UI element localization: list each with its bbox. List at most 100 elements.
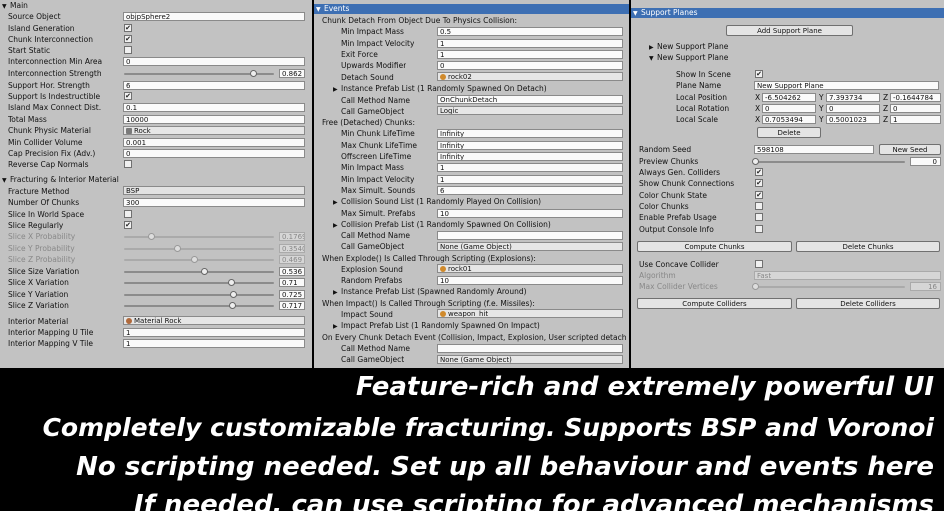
slice-size-variation-slider-knob[interactable] xyxy=(201,268,209,275)
interconnection-strength-slider-knob[interactable] xyxy=(250,70,258,77)
compute-chunks-button[interactable]: Compute Chunks xyxy=(637,241,792,252)
compute-colliders-button[interactable]: Compute Colliders xyxy=(637,298,792,309)
slice-y-variation-slider[interactable] xyxy=(124,294,274,296)
min-collider-volume-field[interactable]: 0.001 xyxy=(123,138,305,147)
island-generation-checkbox[interactable]: ✔ xyxy=(124,24,132,32)
local-scale-x-field[interactable]: 0.7053494 xyxy=(762,115,816,124)
upwards-modifier-field[interactable]: 0 xyxy=(437,61,623,70)
delete-chunks-button[interactable]: Delete Chunks xyxy=(796,241,940,252)
slice-regularly-checkbox[interactable]: ✔ xyxy=(124,221,132,229)
support-plane-1-foldout[interactable]: ▶ New Support Plane xyxy=(649,42,728,52)
min-impact-velocity-field[interactable]: 1 xyxy=(437,39,623,48)
start-static-checkbox[interactable] xyxy=(124,46,132,54)
random-seed-field[interactable]: 598108 xyxy=(754,145,874,154)
add-support-plane-button[interactable]: Add Support Plane xyxy=(726,25,853,36)
slice-in-world-space-checkbox[interactable] xyxy=(124,210,132,218)
max-collider-vertices-slider xyxy=(755,286,905,288)
plane-name-field[interactable]: New Support Plane xyxy=(754,81,939,90)
banner-line-3: No scripting needed. Set up all behaviou… xyxy=(76,452,934,482)
call-gameobject-field[interactable]: Logic xyxy=(437,106,623,115)
delete-colliders-button[interactable]: Delete Colliders xyxy=(796,298,940,309)
local-scale-y-field[interactable]: 0.5001023 xyxy=(826,115,880,124)
local-rotation-z-field[interactable]: 0 xyxy=(890,104,941,113)
support-planes-foldout[interactable]: ▼ Support Planes xyxy=(631,8,944,18)
support-plane-2-foldout[interactable]: ▼ New Support Plane xyxy=(649,53,728,63)
fracturing-foldout[interactable]: ▼ Fracturing & Interior Material xyxy=(2,175,119,185)
instance-prefab-detach-foldout[interactable]: ▶ Instance Prefab List (1 Randomly Spawne… xyxy=(333,84,547,94)
output-console-info-checkbox[interactable] xyxy=(755,225,763,233)
color-chunks-checkbox[interactable] xyxy=(755,202,763,210)
always-gen-colliders-checkbox[interactable]: ✔ xyxy=(755,168,763,176)
interior-mapping-v-field[interactable]: 1 xyxy=(123,339,305,348)
slice-x-variation-slider-knob[interactable] xyxy=(227,279,235,286)
preview-chunks-field[interactable]: 0 xyxy=(910,157,941,166)
impact-sound-field[interactable]: weapon_hit xyxy=(437,309,623,318)
local-position-x-field[interactable]: -6.504262 xyxy=(762,93,816,102)
local-scale-z-field[interactable]: 1 xyxy=(890,115,941,124)
preview-chunks-slider[interactable] xyxy=(755,161,905,163)
support-indestructible-checkbox[interactable]: ✔ xyxy=(124,92,132,100)
every-call-method-name-field[interactable] xyxy=(437,344,623,353)
max-simult-sounds-field[interactable]: 6 xyxy=(437,186,623,195)
cap-precision-field[interactable]: 0 xyxy=(123,149,305,158)
interior-mapping-u-field[interactable]: 1 xyxy=(123,328,305,337)
interior-material-field[interactable]: Material Rock xyxy=(123,316,305,325)
instance-prefab-explode-foldout[interactable]: ▶ Instance Prefab List (Spawned Randomly … xyxy=(333,287,527,297)
island-max-connect-field[interactable]: 0.1 xyxy=(123,103,305,112)
total-mass-field[interactable]: 10000 xyxy=(123,115,305,124)
interconnection-min-area-field[interactable]: 0 xyxy=(123,57,305,66)
max-simult-prefabs-field[interactable]: 10 xyxy=(437,209,623,218)
impact-prefab-list-foldout[interactable]: ▶ Impact Prefab List (1 Randomly Spawned … xyxy=(333,321,540,331)
free-min-impact-mass-field[interactable]: 1 xyxy=(437,163,623,172)
delete-support-plane-button[interactable]: Delete xyxy=(757,127,821,138)
collision-sound-list-foldout[interactable]: ▶ Collision Sound List (1 Randomly Played… xyxy=(333,197,541,207)
main-foldout[interactable]: ▼ Main xyxy=(2,1,28,11)
slice-size-variation-slider[interactable] xyxy=(124,271,274,273)
local-position-y-field[interactable]: 7.393734 xyxy=(826,93,880,102)
events-foldout[interactable]: ▼ Events xyxy=(314,4,629,14)
min-impact-mass-field[interactable]: 0.5 xyxy=(437,27,623,36)
show-in-scene-checkbox[interactable]: ✔ xyxy=(755,70,763,78)
source-object-field[interactable]: objpSphere2 xyxy=(123,12,305,21)
min-chunk-lifetime-field[interactable]: Infinity xyxy=(437,129,623,138)
slice-z-variation-field[interactable]: 0.717 xyxy=(279,301,305,310)
interconnection-strength-field[interactable]: 0.862 xyxy=(279,69,305,78)
max-chunk-lifetime-field[interactable]: Infinity xyxy=(437,141,623,150)
number-of-chunks-field[interactable]: 300 xyxy=(123,198,305,207)
fracture-method-dropdown[interactable]: BSP xyxy=(123,186,305,195)
local-position-z-field[interactable]: -0.1644784 xyxy=(890,93,941,102)
offscreen-lifetime-field[interactable]: Infinity xyxy=(437,152,623,161)
support-hor-strength-field[interactable]: 6 xyxy=(123,81,305,90)
call-method-name-field[interactable]: OnChunkDetach xyxy=(437,95,623,104)
slice-y-variation-slider-knob[interactable] xyxy=(229,291,237,298)
exit-force-field[interactable]: 1 xyxy=(437,50,623,59)
slice-x-variation-field[interactable]: 0.71 xyxy=(279,278,305,287)
collision-prefab-list-foldout[interactable]: ▶ Collision Prefab List (1 Randomly Spawn… xyxy=(333,220,551,230)
slice-z-variation-slider-knob[interactable] xyxy=(228,302,236,309)
enable-prefab-usage-checkbox[interactable] xyxy=(755,213,763,221)
chunk-physic-material-field[interactable]: Rock xyxy=(123,126,305,135)
free-call-gameobject-field[interactable]: None (Game Object) xyxy=(437,242,623,251)
preview-chunks-slider-knob[interactable] xyxy=(752,158,759,165)
detach-sound-field[interactable]: rock02 xyxy=(437,72,623,81)
free-call-method-name-field[interactable] xyxy=(437,231,623,240)
local-rotation-x-axis-label: X xyxy=(755,104,761,113)
slice-y-variation-field[interactable]: 0.725 xyxy=(279,290,305,299)
local-position-label: Local Position xyxy=(676,93,728,102)
explosion-sound-field[interactable]: rock01 xyxy=(437,264,623,273)
new-seed-button[interactable]: New Seed xyxy=(879,144,941,155)
local-rotation-x-field[interactable]: 0 xyxy=(762,104,816,113)
slice-x-variation-slider[interactable] xyxy=(124,282,274,284)
local-rotation-y-field[interactable]: 0 xyxy=(826,104,880,113)
slice-size-variation-field[interactable]: 0.536 xyxy=(279,267,305,276)
show-chunk-connections-checkbox[interactable]: ✔ xyxy=(755,179,763,187)
color-chunk-state-checkbox[interactable]: ✔ xyxy=(755,191,763,199)
reverse-cap-normals-checkbox[interactable] xyxy=(124,160,132,168)
random-prefabs-field[interactable]: 10 xyxy=(437,276,623,285)
slice-z-variation-slider[interactable] xyxy=(124,305,274,307)
every-call-gameobject-field[interactable]: None (Game Object) xyxy=(437,355,623,364)
slice-x-probability-slider xyxy=(124,236,274,238)
use-concave-collider-checkbox[interactable] xyxy=(755,260,763,268)
chunk-interconnection-checkbox[interactable]: ✔ xyxy=(124,35,132,43)
free-min-impact-velocity-field[interactable]: 1 xyxy=(437,175,623,184)
